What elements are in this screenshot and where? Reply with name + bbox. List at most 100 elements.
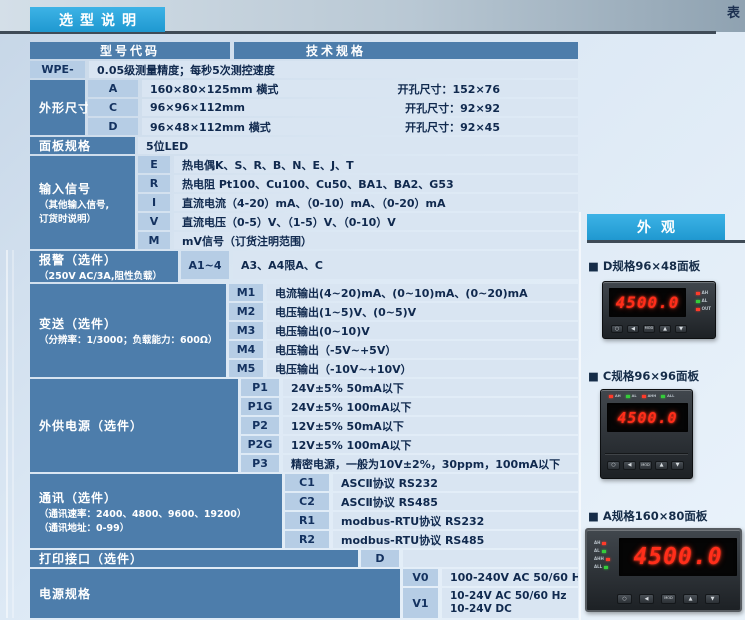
option-code: C xyxy=(88,99,138,116)
led-dot-icon xyxy=(626,395,630,398)
section-external-power: 外供电源（选件） P1 24V±5% 50mA以下 P1G 24V±5% 100… xyxy=(30,379,578,472)
catalog-page: 表 选型说明 型号代码 技术规格 WPE- 0.05级测量精度；每秒5次测控速度… xyxy=(0,0,745,620)
edge-stripe xyxy=(12,250,14,618)
panel-meter-d: 4500.0 AH AL OUT ○ ◀ MOD ▲ ▼ xyxy=(602,281,716,339)
option-code: C1 xyxy=(285,474,329,491)
option-code: M1 xyxy=(229,284,263,301)
spec-text: 电压输出（-10V~+10V） xyxy=(275,361,412,377)
panel-meter-c: AH AL AHH ALL 4500.0 ○ ◀ MOD ▲ ▼ xyxy=(600,389,693,479)
section-transmit: 变送（选件） （分辨率：1/3000；负载能力：600Ω） M1 电流输出(4~… xyxy=(30,284,578,377)
option-code: C2 xyxy=(285,493,329,510)
indicator-led-group: AH AL AHH ALL xyxy=(594,541,610,569)
up-button-icon: ▲ xyxy=(683,594,698,604)
option-code: A1~4 xyxy=(181,251,229,279)
led-label: AL xyxy=(632,395,637,399)
option-spec xyxy=(403,550,578,567)
shift-button-icon: ◀ xyxy=(639,594,654,604)
section-dimensions: 外形尺寸 A 160×80×125mm 横式 开孔尺寸：152×76 C 96×… xyxy=(30,80,578,135)
category-title: 打印接口（选件） xyxy=(39,550,358,567)
spec-text: 12V±5% 50mA以下 xyxy=(291,418,404,434)
option-spec: 96×96×112mm 开孔尺寸：92×92 xyxy=(142,99,578,116)
section-panel-spec: 面板规格 5位LED xyxy=(30,137,578,154)
button-row: ○ ◀ MOD ▲ ▼ xyxy=(617,594,720,604)
option-spec: 电流输出(4~20)mA、(0~10)mA、(0~20)mA xyxy=(267,284,578,301)
spec-text: 电流输出(4~20)mA、(0~10)mA、(0~20)mA xyxy=(275,285,528,301)
led-dot-icon xyxy=(642,395,646,398)
led-display: 4500.0 xyxy=(609,288,686,317)
option-code: V xyxy=(138,213,170,230)
option-spec: ASCⅡ协议 RS485 xyxy=(333,493,578,510)
mode-button: MOD xyxy=(661,594,676,604)
model-code: WPE- xyxy=(30,61,85,78)
model-selection-table: 型号代码 技术规格 WPE- 0.05级测量精度；每秒5次测控速度 外形尺寸 A… xyxy=(30,42,578,618)
option-spec: 24V±5% 100mA以下 xyxy=(283,398,578,415)
model-spec: 0.05级测量精度；每秒5次测控速度 xyxy=(89,61,578,78)
option-spec: 24V±5% 50mA以下 xyxy=(283,379,578,396)
spec-text: mV信号（订货注明范围） xyxy=(182,233,312,249)
led-label: OUT xyxy=(702,307,711,311)
category-note: （其他输入信号, xyxy=(39,197,135,211)
led-dot-icon xyxy=(661,395,665,398)
mode-button: MOD xyxy=(643,325,655,333)
spec-text: modbus-RTU协议 RS485 xyxy=(341,532,484,548)
spec-text: modbus-RTU协议 RS232 xyxy=(341,513,484,529)
spec-text: 电压输出(0~10)V xyxy=(275,323,370,339)
column-header-model-code: 型号代码 xyxy=(30,42,230,59)
category-title: 外形尺寸 xyxy=(39,99,85,116)
led-label: AH xyxy=(594,541,600,545)
page-corner-text: 表 xyxy=(727,2,740,21)
led-label: AH xyxy=(615,395,621,399)
down-button-icon: ▼ xyxy=(671,461,684,470)
led-dot-icon xyxy=(606,558,610,561)
indicator-led: OUT xyxy=(696,307,711,311)
bullet-icon: ■ xyxy=(588,259,599,273)
product-label-c: ■C规格96×96面板 xyxy=(588,368,699,384)
led-label: AL xyxy=(594,549,600,553)
category-note: （250V AC/3A,阻性负载） xyxy=(39,268,178,282)
option-spec: 96×48×112mm 横式 开孔尺寸：92×45 xyxy=(142,118,578,135)
down-button-icon: ▼ xyxy=(675,325,687,333)
option-code: P1G xyxy=(241,398,279,415)
led-dot-icon xyxy=(602,550,606,553)
bullet-icon: ■ xyxy=(588,509,599,523)
power-button-icon: ○ xyxy=(611,325,623,333)
product-label-a: ■A规格160×80面板 xyxy=(588,508,707,524)
led-dot-icon xyxy=(604,566,608,569)
cutout-size: 开孔尺寸：92×45 xyxy=(405,119,570,135)
spec-text: 10-24V AC 50/60 Hz xyxy=(450,590,566,603)
indicator-led: AL xyxy=(626,395,637,399)
category-panel-spec: 面板规格 xyxy=(30,137,135,154)
option-spec: 电压输出（-10V~+10V） xyxy=(267,360,578,377)
section-power-spec: 电源规格 V0 100-240V AC 50/60 Hz V1 10-24V A… xyxy=(30,569,578,618)
spec-text: 96×96×112mm xyxy=(150,101,245,114)
button-row: ○ ◀ MOD ▲ ▼ xyxy=(611,325,687,333)
option-code: M3 xyxy=(229,322,263,339)
cutout-size: 开孔尺寸：92×92 xyxy=(405,100,570,116)
option-code: R1 xyxy=(285,512,329,529)
section-communication: 通讯（选件） （通讯速率：2400、4800、9600、19200） （通讯地址… xyxy=(30,474,578,548)
power-button-icon: ○ xyxy=(617,594,632,604)
option-code: P2G xyxy=(241,436,279,453)
option-code: M xyxy=(138,232,170,249)
category-input-signal: 输入信号 （其他输入信号, 订货时说明） xyxy=(30,156,135,249)
spec-text: 0.05级测量精度；每秒5次测控速度 xyxy=(97,62,275,78)
option-spec: 12V±5% 50mA以下 xyxy=(283,417,578,434)
up-button-icon: ▲ xyxy=(655,461,668,470)
shift-button-icon: ◀ xyxy=(627,325,639,333)
product-label-text: C规格96×96面板 xyxy=(603,369,699,383)
column-header-tech-spec: 技术规格 xyxy=(234,42,578,59)
button-row: ○ ◀ MOD ▲ ▼ xyxy=(607,461,684,470)
spec-text: 96×48×112mm 横式 xyxy=(150,119,271,135)
option-spec: 12V±5% 100mA以下 xyxy=(283,436,578,453)
led-label: AHH xyxy=(648,395,657,399)
section-print-interface: 打印接口（选件） D xyxy=(30,550,578,567)
indicator-led-group: AH AL OUT xyxy=(696,291,711,311)
spec-text: 160×80×125mm 横式 xyxy=(150,81,278,97)
section-tab-selection-guide: 选型说明 xyxy=(30,7,165,32)
spec-text: 热电阻 Pt100、Cu100、Cu50、BA1、BA2、G53 xyxy=(182,176,454,192)
section-alarm: 报警（选件） （250V AC/3A,阻性负载） A1~4 A3、A4限A、C xyxy=(30,251,578,282)
option-code: A xyxy=(88,80,138,97)
appearance-underline xyxy=(587,240,745,243)
led-label: AHH xyxy=(594,557,604,561)
category-title: 通讯（选件） xyxy=(39,489,282,506)
